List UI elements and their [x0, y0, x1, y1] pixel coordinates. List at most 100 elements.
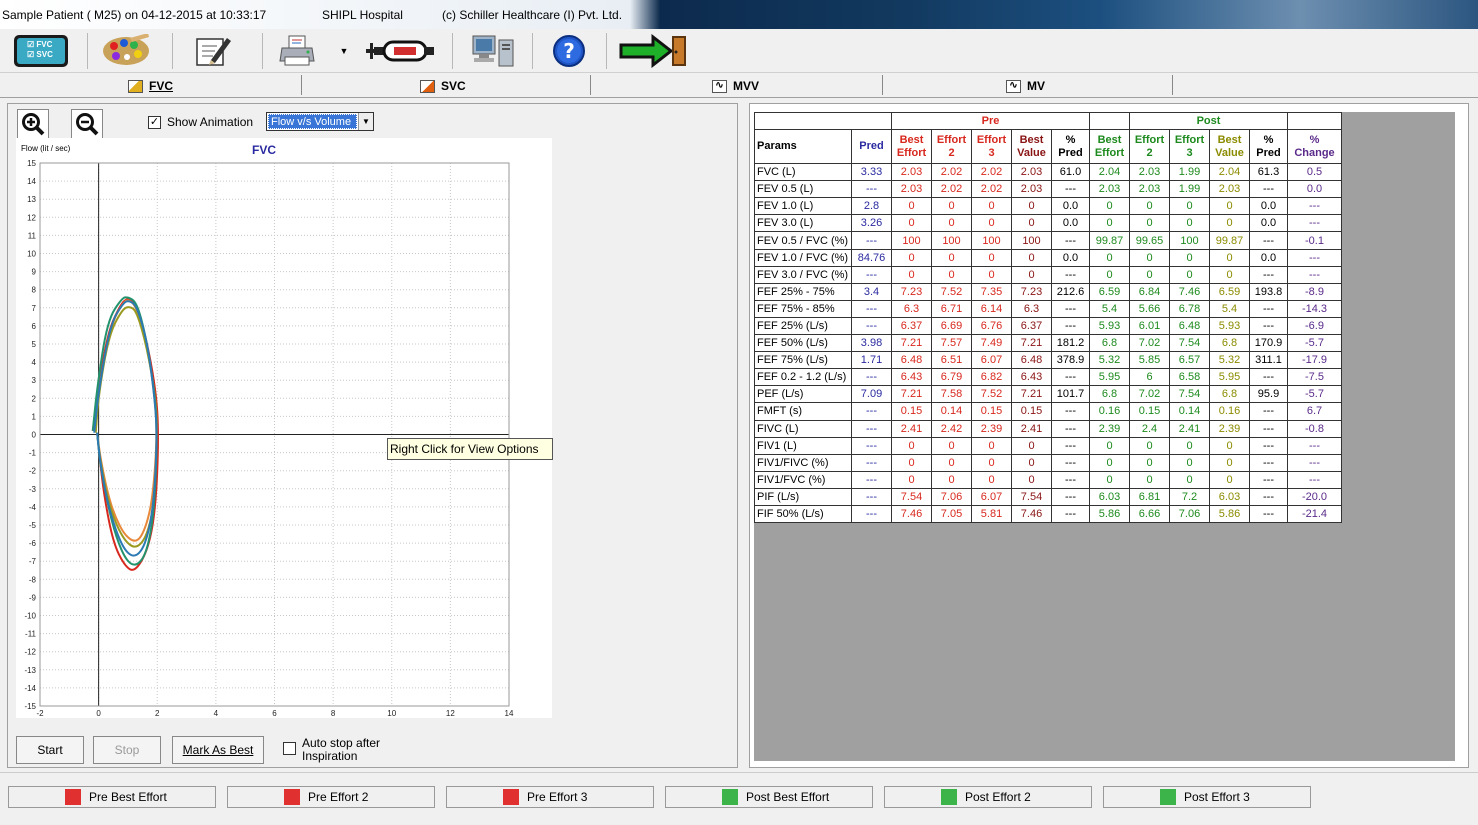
tab-mvv[interactable]: ∿ MVV	[712, 75, 759, 97]
y-tick-label: 5	[32, 340, 37, 349]
tab-fvc[interactable]: FVC	[128, 75, 173, 97]
value-cell: 7.21	[891, 385, 932, 404]
value-cell: ---	[851, 265, 892, 284]
value-cell: 6.43	[891, 368, 932, 387]
transfer-data-button[interactable]	[466, 32, 520, 70]
mark-as-best-button[interactable]: Mark As Best	[172, 736, 264, 764]
value-cell: 0	[1129, 214, 1170, 233]
header-group-post: Post	[1129, 111, 1288, 131]
legend-label: Pre Effort 2	[308, 790, 369, 804]
value-cell: 0	[891, 248, 932, 267]
value-cell: 0	[971, 265, 1012, 284]
value-cell: ---	[1051, 368, 1090, 387]
param-name-cell: PEF (L/s)	[754, 385, 852, 404]
table-row: FEV 0.5 / FVC (%) --- 100 100 100 100 --- 99.87…	[754, 231, 1342, 250]
param-name-cell: FIF 50% (L/s)	[754, 504, 852, 524]
value-cell: 2.04	[1209, 163, 1250, 182]
value-cell: 2.39	[1089, 419, 1130, 438]
value-cell: 0	[1089, 265, 1130, 284]
table-row: PEF (L/s) 7.09 7.21 7.58 7.52 7.21 101.7 6.8 7.0…	[754, 385, 1342, 404]
value-cell: 2.03	[1011, 180, 1052, 199]
tab-svc[interactable]: SVC	[420, 75, 466, 97]
value-cell: 193.8	[1249, 282, 1288, 301]
zoom-in-button[interactable]	[17, 109, 49, 139]
y-tick-label: 11	[28, 231, 37, 240]
value-cell: 3.4	[851, 282, 892, 301]
value-cell: -0.1	[1287, 231, 1342, 250]
table-row: FEF 75% - 85% --- 6.3 6.71 6.14 6.3 --- 5.4 5.66…	[754, 299, 1342, 318]
edit-notes-button[interactable]	[188, 32, 238, 70]
stop-button[interactable]: Stop	[93, 736, 161, 764]
param-name-cell: FIV1 (L)	[754, 436, 852, 455]
spirometer-button[interactable]	[362, 32, 438, 70]
y-tick-label: -5	[29, 521, 37, 530]
value-cell: ---	[851, 470, 892, 489]
value-cell: 2.04	[1089, 163, 1130, 182]
value-cell: 99.87	[1089, 231, 1130, 250]
edit-note-icon	[196, 38, 231, 66]
settings-palette-button[interactable]	[96, 32, 156, 70]
legend-swatch	[722, 789, 738, 805]
printer-icon	[279, 35, 315, 66]
value-cell: 6.3	[891, 299, 932, 318]
value-cell: 101.7	[1051, 385, 1090, 404]
value-cell: 0	[1169, 197, 1210, 216]
value-cell: 6.79	[931, 368, 972, 387]
value-cell: 61.0	[1051, 163, 1090, 182]
zoom-out-button[interactable]	[71, 109, 103, 139]
value-cell: 2.02	[971, 180, 1012, 199]
value-cell: 0.14	[931, 402, 972, 421]
fvc-svc-button[interactable]: ☑ FVC ☑ SVC	[12, 32, 70, 70]
view-type-select[interactable]: Flow v/s Volume ▼	[266, 112, 374, 131]
value-cell: 7.21	[1011, 334, 1052, 353]
y-tick-label: 6	[32, 322, 37, 331]
print-button[interactable]	[276, 32, 318, 70]
chevron-down-icon[interactable]: ▼	[358, 113, 373, 130]
value-cell: 100	[1169, 231, 1210, 250]
value-cell: -0.8	[1287, 419, 1342, 438]
show-animation-checkbox[interactable]: ✓ Show Animation	[148, 114, 253, 130]
checkbox-box[interactable]: ✓	[148, 115, 161, 129]
help-button[interactable]: ?	[548, 32, 590, 70]
value-cell: 0	[1169, 436, 1210, 455]
table-row: FEF 50% (L/s) 3.98 7.21 7.57 7.49 7.21 181.2 6.…	[754, 334, 1342, 353]
y-tick-label: -10	[24, 612, 36, 621]
table-row: FEV 3.0 (L) 3.26 0 0 0 0 0.0 0 0 0 0 0.0 ---	[754, 214, 1342, 233]
y-tick-label: -4	[29, 503, 37, 512]
value-cell: 181.2	[1051, 334, 1090, 353]
value-cell: ---	[1249, 470, 1288, 489]
fvc-tab-icon	[128, 79, 143, 93]
value-cell: 3.33	[851, 163, 892, 182]
value-cell: 3.26	[851, 214, 892, 233]
print-dropdown-button[interactable]: ▼	[338, 32, 350, 70]
value-cell: 0	[891, 470, 932, 489]
flow-volume-chart[interactable]: 15 14 13 12 11 10 9 8 7 6 5 4 3 2 1 0 -1 -2 -3 -4 -5 -6 -7 -8 -9…	[16, 138, 552, 718]
table-row: FEV 1.0 / FVC (%) 84.76 0 0 0 0 0.0 0 0 0 0 0.0 ---	[754, 248, 1342, 267]
legend-item: Pre Effort 2	[227, 786, 435, 808]
tab-mv[interactable]: ∿ MV	[1006, 75, 1045, 97]
value-cell: ---	[851, 453, 892, 472]
y-tick-label: 1	[32, 412, 37, 421]
x-tick-label: 8	[331, 709, 336, 718]
x-tick-label: 12	[446, 709, 455, 718]
value-cell: 2.41	[891, 419, 932, 438]
value-cell: 5.32	[1209, 351, 1250, 370]
show-animation-label: Show Animation	[167, 115, 254, 129]
start-button[interactable]: Start	[16, 736, 84, 764]
value-cell: 7.21	[1011, 385, 1052, 404]
y-tick-label: -12	[24, 648, 36, 657]
column-header: Best Effort	[1089, 129, 1130, 165]
value-cell: 6.82	[971, 368, 1012, 387]
y-tick-label: -1	[29, 449, 37, 458]
value-cell: 0	[971, 197, 1012, 216]
value-cell: 0.15	[891, 402, 932, 421]
param-name-cell: FVC (L)	[754, 163, 852, 182]
y-tick-label: -9	[29, 593, 37, 602]
auto-stop-checkbox[interactable]: Auto stop after Inspiration	[283, 737, 380, 763]
exit-button[interactable]	[616, 32, 688, 70]
value-cell: 6.48	[1011, 351, 1052, 370]
table-row: FEF 25% (L/s) --- 6.37 6.69 6.76 6.37 --- 5.93 6…	[754, 316, 1342, 336]
value-cell: 0	[971, 453, 1012, 472]
value-cell: 2.03	[1129, 180, 1170, 199]
checkbox-box[interactable]	[283, 742, 296, 755]
